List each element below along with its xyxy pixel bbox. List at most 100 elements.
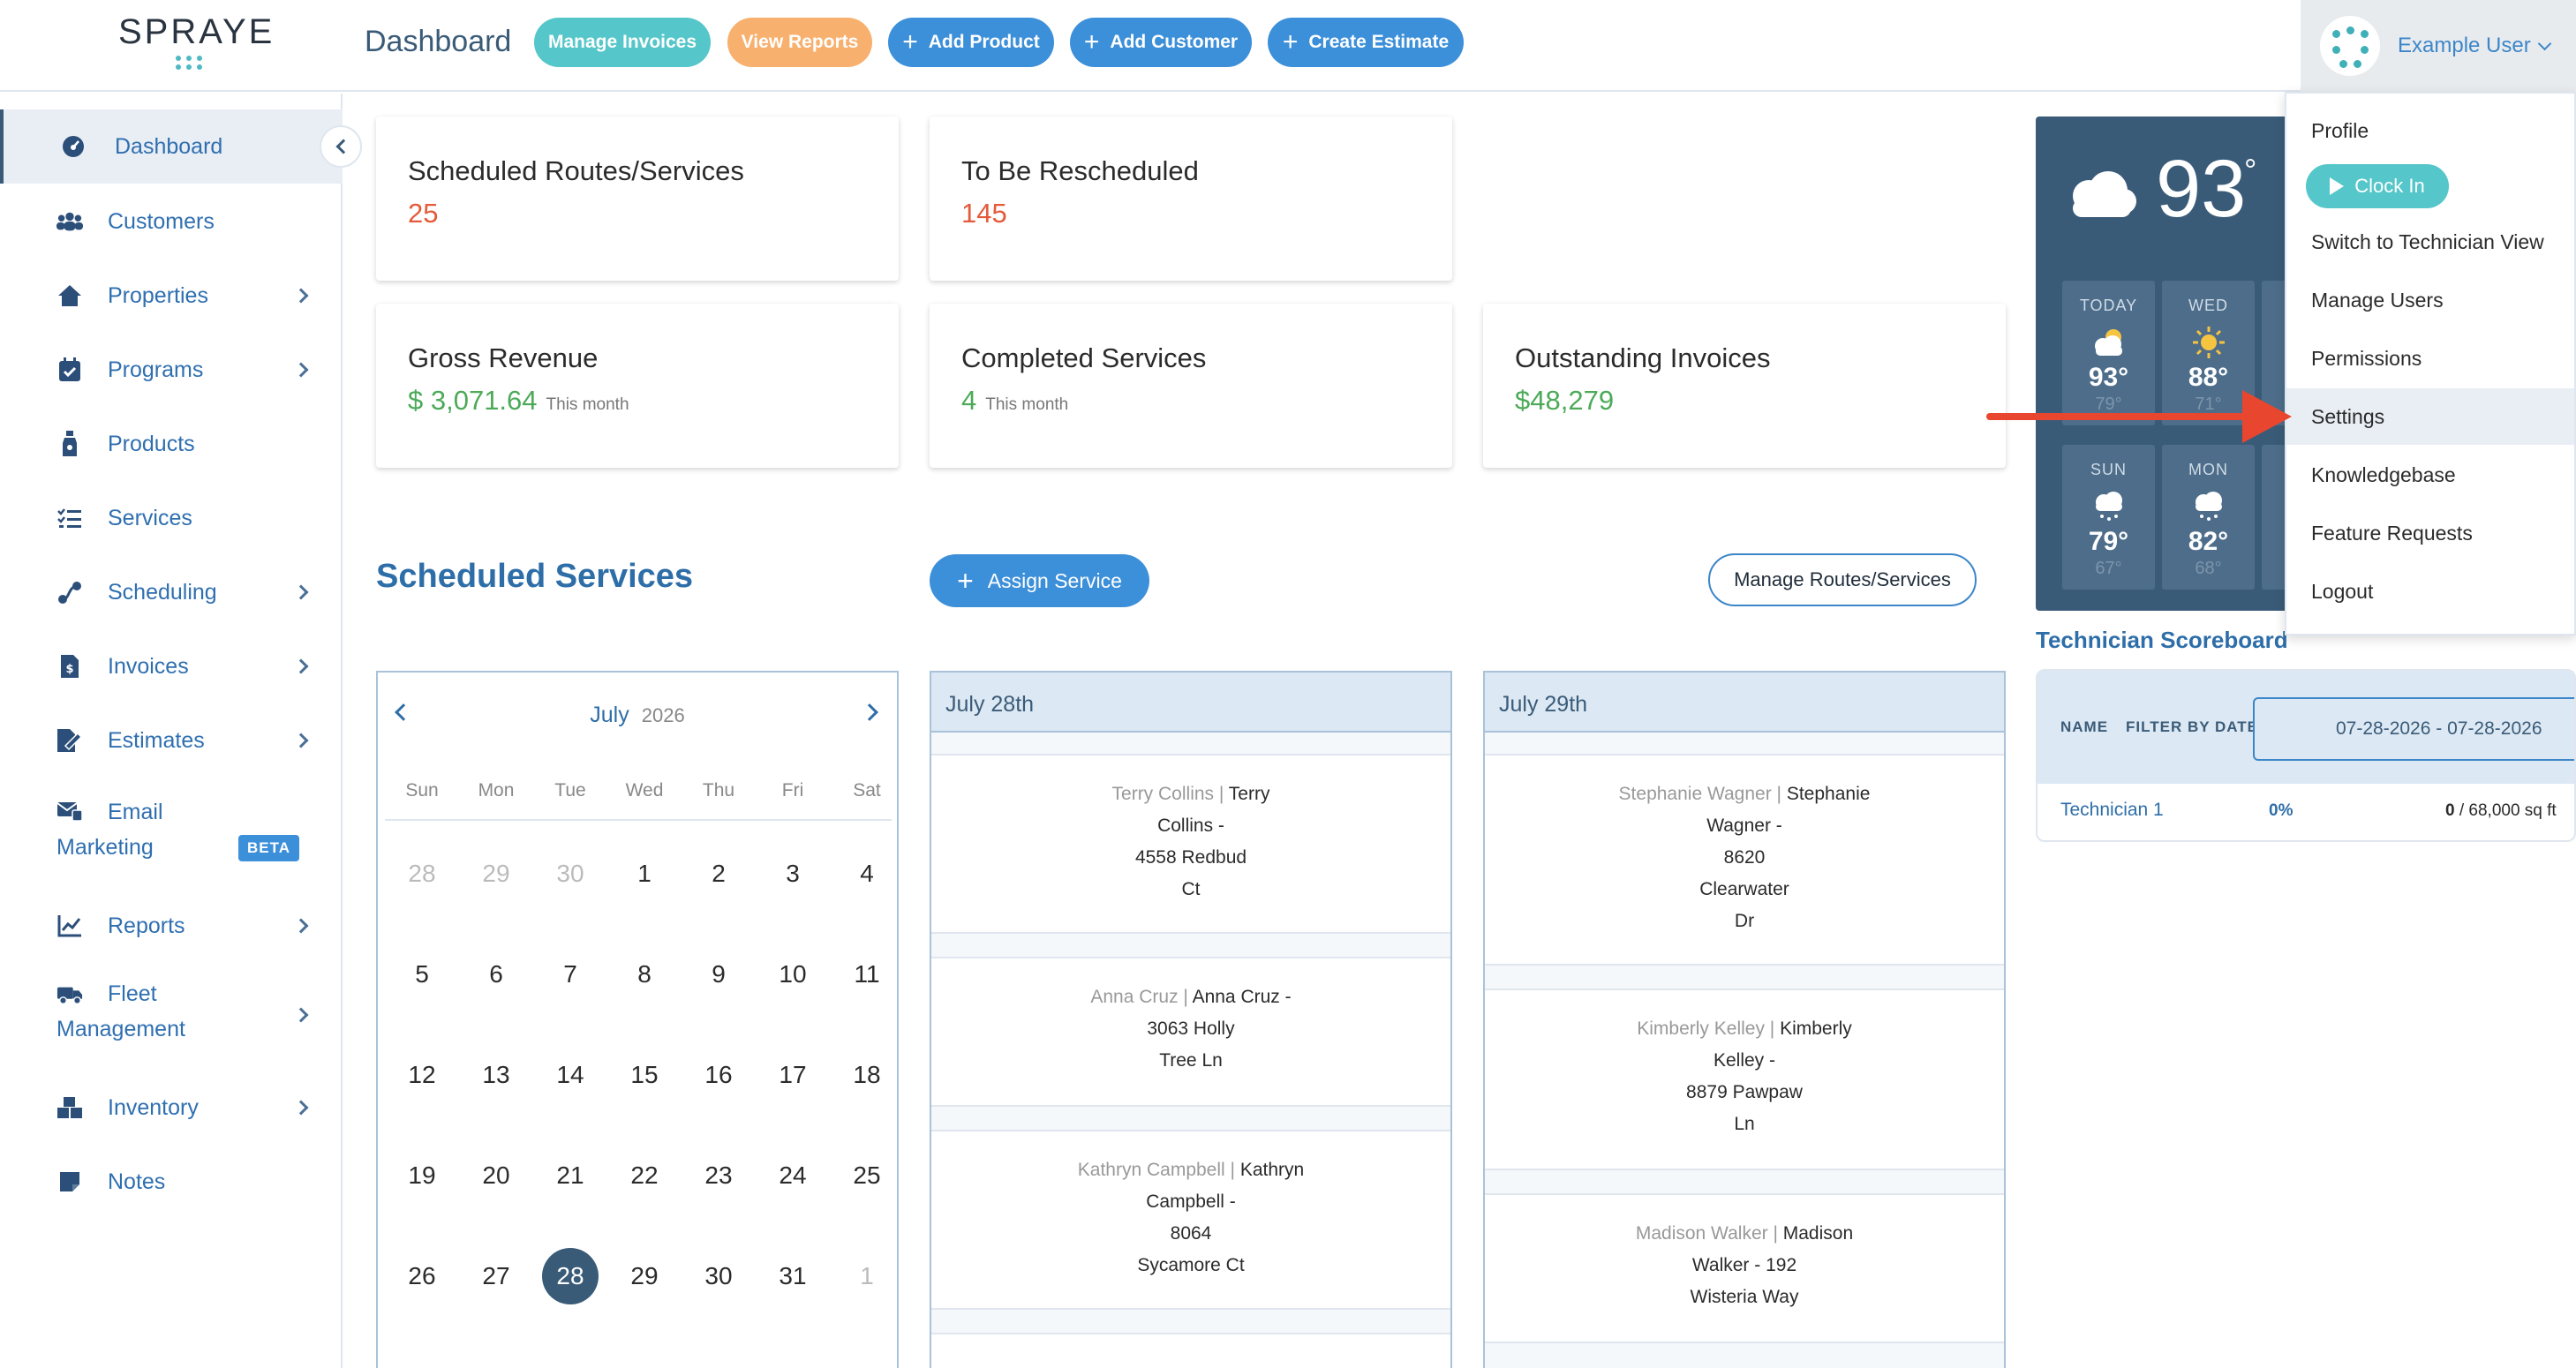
sidebar-item-inventory[interactable]: Inventory [0, 1086, 343, 1130]
calendar-day[interactable]: 8 [607, 960, 682, 988]
weekday-label: Thu [702, 780, 735, 801]
service-card[interactable]: Anna Cruz | Anna Cruz - 3063 Holly Tree … [931, 957, 1450, 1107]
service-card[interactable]: Terry Collins | Terry Collins - 4558 Red… [931, 754, 1450, 934]
calendar-day[interactable]: 26 [385, 1262, 459, 1290]
calendar-day[interactable]: 13 [459, 1061, 533, 1089]
calendar-day[interactable]: 12 [385, 1061, 459, 1089]
list-check-icon [56, 505, 83, 531]
technician-name[interactable]: Technician 1 [2060, 800, 2164, 821]
forecast-tile: WED 88° 71° [2162, 281, 2255, 425]
sidebar-item-products[interactable]: Products [0, 422, 343, 466]
calendar-day[interactable]: 20 [459, 1161, 533, 1190]
sidebar-item-services[interactable]: Services [0, 496, 343, 540]
sidebar-item-estimates[interactable]: Estimates [0, 718, 343, 763]
user-menu-toggle[interactable]: Example User [2301, 0, 2576, 92]
service-card[interactable]: Madison Walker | Madison Walker - 192 Wi… [1485, 1193, 2004, 1343]
calendar-day[interactable]: 1 [830, 1262, 904, 1290]
spray-bottle-icon [56, 431, 83, 457]
sidebar-item-reports[interactable]: Reports [0, 904, 343, 948]
calendar-day[interactable]: 19 [385, 1161, 459, 1190]
calendar-day[interactable]: 16 [682, 1061, 756, 1089]
play-icon [2330, 177, 2345, 195]
weekday-label: Sun [405, 780, 439, 801]
sidebar-collapse-button[interactable] [320, 125, 362, 168]
calendar-day[interactable]: 11 [830, 960, 904, 988]
service-card[interactable]: Kathryn Campbell | Kathryn Campbell - 80… [931, 1130, 1450, 1310]
date-range-input[interactable]: 07-28-2026 - 07-28-2026 [2253, 697, 2574, 761]
calendar-day[interactable]: 1 [607, 860, 682, 888]
calendar-day[interactable]: 29 [607, 1262, 682, 1290]
menu-item-manage-users[interactable]: Manage Users [2286, 272, 2574, 328]
calendar-day[interactable]: 27 [459, 1262, 533, 1290]
calendar-day[interactable]: 15 [607, 1061, 682, 1089]
stat-card-gross-revenue[interactable]: Gross Revenue $ 3,071.64 This month [376, 304, 899, 468]
calendar-day[interactable]: 21 [533, 1161, 607, 1190]
calendar-day[interactable]: 3 [756, 860, 830, 888]
calendar-day[interactable]: 22 [607, 1161, 682, 1190]
menu-item-settings[interactable]: Settings [2286, 388, 2574, 445]
rain-icon [2062, 486, 2155, 527]
service-card[interactable]: Kimberly Kelley | Kimberly Kelley - 8879… [1485, 988, 2004, 1170]
calendar-day[interactable]: 5 [385, 960, 459, 988]
service-card[interactable] [931, 1333, 1450, 1368]
calendar-day[interactable]: 23 [682, 1161, 756, 1190]
calendar-day[interactable]: 7 [533, 960, 607, 988]
service-card[interactable]: Stephanie Wagner | Stephanie Wagner - 86… [1485, 754, 2004, 966]
stat-card-completed[interactable]: Completed Services 4 This month [930, 304, 1452, 468]
calendar-day[interactable]: 9 [682, 960, 756, 988]
menu-item-feature-requests[interactable]: Feature Requests [2286, 505, 2574, 561]
menu-item-profile[interactable]: Profile [2286, 102, 2574, 159]
sidebar-item-properties[interactable]: Properties [0, 274, 343, 318]
sidebar-item-fleet-management[interactable]: Fleet Management [0, 973, 343, 1061]
sidebar-item-scheduling[interactable]: Scheduling [0, 570, 343, 614]
calendar-day[interactable]: 31 [756, 1262, 830, 1290]
service-column-date: July 28th [931, 673, 1450, 733]
calendar-day[interactable]: 14 [533, 1061, 607, 1089]
sidebar-item-programs[interactable]: Programs [0, 348, 343, 392]
calendar-day[interactable]: 17 [756, 1061, 830, 1089]
plus-icon: + [957, 565, 974, 597]
chevron-right-icon [293, 362, 309, 378]
calendar-day[interactable]: 29 [459, 860, 533, 888]
sidebar-item-dashboard[interactable]: Dashboard [0, 109, 343, 184]
sidebar: Dashboard Customers Properties Programs … [0, 94, 343, 1368]
calendar-day[interactable]: 2 [682, 860, 756, 888]
menu-item-logout[interactable]: Logout [2286, 563, 2574, 620]
sidebar-item-customers[interactable]: Customers [0, 199, 343, 244]
calendar-day[interactable]: 24 [756, 1161, 830, 1190]
chevron-down-icon [2537, 36, 2551, 50]
sidebar-item-email-marketing[interactable]: Email Marketing BETA [0, 791, 343, 879]
clock-in-button[interactable]: Clock In [2306, 164, 2449, 208]
sidebar-item-notes[interactable]: Notes [0, 1160, 343, 1204]
add-product-button[interactable]: + Add Product [888, 18, 1054, 67]
stat-card-reschedule[interactable]: To Be Rescheduled 145 [930, 117, 1452, 281]
scheduled-services-title: Scheduled Services [376, 558, 694, 595]
add-customer-button[interactable]: + Add Customer [1070, 18, 1252, 67]
stat-card-scheduled[interactable]: Scheduled Routes/Services 25 [376, 117, 899, 281]
sidebar-item-invoices[interactable]: $ Invoices [0, 644, 343, 688]
calendar-day[interactable]: 4 [830, 860, 904, 888]
manage-invoices-button[interactable]: Manage Invoices [534, 18, 711, 67]
calendar-day[interactable]: 30 [533, 860, 607, 888]
calendar-day[interactable]: 30 [682, 1262, 756, 1290]
calendar-day-selected[interactable]: 28 [533, 1262, 607, 1290]
calendar-day[interactable]: 18 [830, 1061, 904, 1089]
calendar-month-label: July 2026 [590, 703, 685, 727]
scoreboard-title: Technician Scoreboard [2036, 627, 2288, 653]
menu-item-knowledgebase[interactable]: Knowledgebase [2286, 447, 2574, 503]
manage-routes-button[interactable]: Manage Routes/Services [1708, 553, 1977, 606]
assign-service-button[interactable]: + Assign Service [930, 554, 1149, 607]
stat-card-outstanding[interactable]: Outstanding Invoices $48,279 [1483, 304, 2006, 468]
calendar-day[interactable]: 6 [459, 960, 533, 988]
calendar-day[interactable]: 28 [385, 860, 459, 888]
view-reports-button[interactable]: View Reports [727, 18, 872, 67]
calendar-day[interactable]: 10 [756, 960, 830, 988]
user-name: Example User [2398, 34, 2531, 57]
menu-item-permissions[interactable]: Permissions [2286, 330, 2574, 387]
menu-item-switch-technician-view[interactable]: Switch to Technician View [2286, 214, 2574, 270]
plus-icon: + [1282, 27, 1299, 56]
forecast-tile: MON 82° 68° [2162, 445, 2255, 590]
calendar-day[interactable]: 25 [830, 1161, 904, 1190]
app-logo[interactable]: SPRAYE [118, 12, 272, 74]
create-estimate-button[interactable]: + Create Estimate [1268, 18, 1464, 67]
